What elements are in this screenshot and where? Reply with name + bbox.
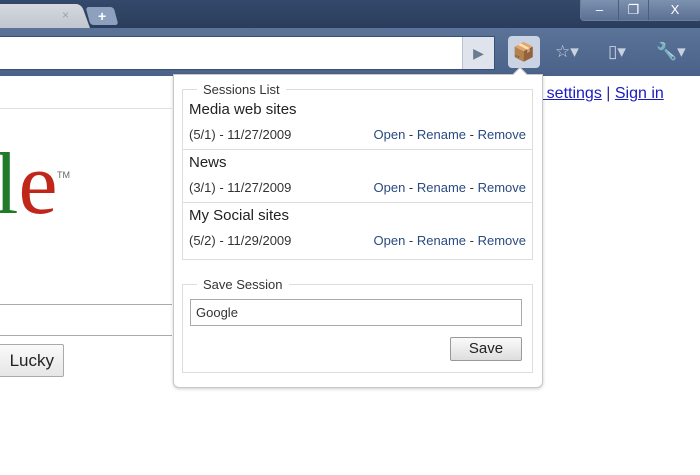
plus-icon: +: [97, 8, 107, 24]
go-button[interactable]: ▶: [462, 37, 494, 69]
sessions-list-legend: Sessions List: [203, 82, 280, 97]
wrench-icon[interactable]: 🔧▾: [656, 42, 686, 62]
session-manager-extension-icon[interactable]: 📦: [508, 36, 540, 68]
remove-link[interactable]: Remove: [478, 233, 526, 248]
feeling-lucky-button[interactable]: Lucky: [0, 344, 64, 377]
session-row: My Social sites (5/2) - 11/29/2009 Open …: [189, 207, 526, 248]
search-box-bottom: [0, 335, 172, 336]
page-divider: [0, 108, 172, 109]
save-session-legend: Save Session: [203, 277, 283, 292]
session-row: Media web sites (5/1) - 11/27/2009 Open …: [183, 97, 532, 150]
bookmark-page-icon[interactable]: ☆▾: [555, 42, 579, 62]
session-row: News (3/1) - 11/27/2009 Open - Rename - …: [183, 150, 532, 203]
session-meta: (3/1) - 11/27/2009: [189, 180, 292, 195]
restore-button[interactable]: ❐: [619, 0, 649, 20]
session-name: My Social sites: [189, 207, 290, 224]
address-bar[interactable]: ▶: [0, 36, 495, 70]
google-logo: le: [0, 136, 58, 233]
rename-link[interactable]: Rename: [417, 127, 466, 142]
session-manager-popup: Sessions List Media web sites (5/1) - 11…: [173, 66, 543, 388]
tab-close-icon[interactable]: ×: [62, 8, 69, 22]
remove-link[interactable]: Remove: [478, 180, 526, 195]
close-button[interactable]: X: [649, 0, 700, 20]
trademark: TM: [57, 170, 70, 180]
save-button[interactable]: Save: [450, 337, 522, 361]
save-session-section: Save Session Google Save: [182, 277, 533, 373]
session-meta: (5/1) - 11/27/2009: [189, 127, 292, 142]
toolbar: ▶ 📦 ☆▾ ▯▾ 🔧▾: [0, 28, 700, 76]
window-controls: – ❐ X: [580, 0, 700, 21]
rename-link[interactable]: Rename: [417, 180, 466, 195]
search-box-top[interactable]: [0, 304, 172, 305]
rename-link[interactable]: Rename: [417, 233, 466, 248]
title-bar: × + – ❐ X: [0, 0, 700, 30]
remove-link[interactable]: Remove: [478, 127, 526, 142]
minimize-button[interactable]: –: [581, 0, 619, 20]
session-meta: (5/2) - 11/29/2009: [189, 233, 292, 248]
open-link[interactable]: Open: [374, 127, 406, 142]
page-menu-icon[interactable]: ▯▾: [608, 42, 626, 62]
session-name: Media web sites: [189, 101, 297, 118]
sign-in-link[interactable]: Sign in: [615, 85, 664, 102]
separator: |: [601, 85, 615, 102]
new-tab-button[interactable]: +: [85, 7, 119, 25]
open-link[interactable]: Open: [374, 233, 406, 248]
browser-tab[interactable]: [0, 4, 91, 30]
sessions-list: Sessions List Media web sites (5/1) - 11…: [182, 82, 533, 260]
session-name: News: [189, 154, 227, 171]
open-link[interactable]: Open: [374, 180, 406, 195]
session-name-input[interactable]: Google: [190, 299, 522, 326]
